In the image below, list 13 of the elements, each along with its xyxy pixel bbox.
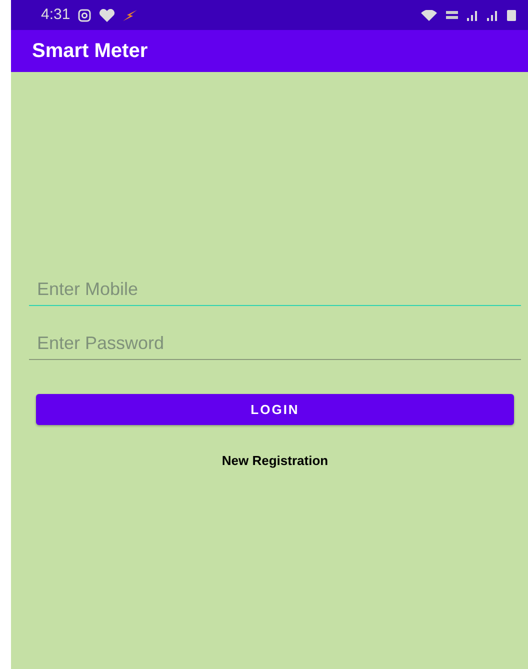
app-title: Smart Meter: [32, 39, 148, 64]
input-field[interactable]: Enter Mobile: [29, 272, 521, 306]
battery-icon: [507, 9, 516, 21]
wifi-icon: [421, 10, 437, 20]
signal-icon: [487, 10, 499, 20]
input-field[interactable]: Enter Password: [29, 326, 521, 360]
status-time: 4:31: [41, 4, 70, 25]
login-button[interactable]: LOGIN: [36, 394, 514, 425]
signal-icon: [467, 10, 479, 20]
registration-link[interactable]: New Registration: [216, 450, 334, 472]
camera-icon: [78, 8, 92, 22]
heart-icon: [99, 8, 116, 22]
bolt-icon: [123, 10, 138, 20]
